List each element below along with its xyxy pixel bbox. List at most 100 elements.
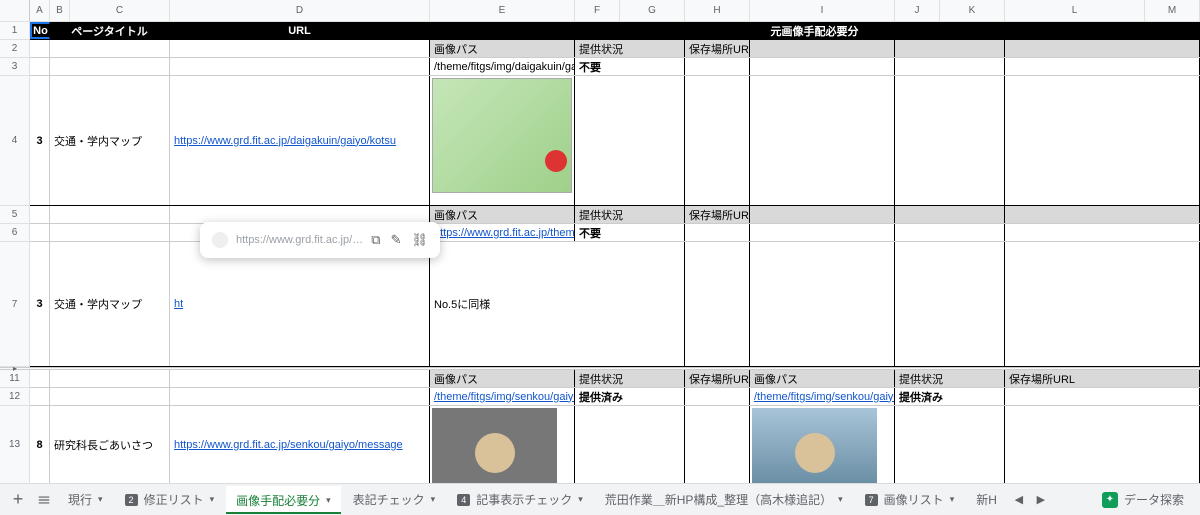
cell-H12[interactable] (685, 388, 750, 405)
cell-JK3[interactable] (895, 58, 1005, 75)
cell-BC5[interactable] (50, 206, 170, 223)
col-header-E[interactable]: E (430, 0, 575, 21)
select-all-corner[interactable] (0, 0, 30, 21)
cell-no-13[interactable]: 8 (30, 406, 50, 483)
col-header-I[interactable]: I (750, 0, 895, 21)
cell-D11[interactable] (170, 370, 430, 387)
col-header-H[interactable]: H (685, 0, 750, 21)
cell-url-4[interactable]: https://www.grd.fit.ac.jp/daigakuin/gaiy… (170, 76, 430, 205)
link-image-path-2[interactable]: https://www.grd.fit.ac.jp/theme/fitgs (434, 227, 575, 239)
row-header-1[interactable]: 1 (0, 22, 30, 40)
tab-scroll-right[interactable]: ▶ (1031, 493, 1051, 506)
cell-BC11[interactable] (50, 370, 170, 387)
cell-no-4[interactable]: 3 (30, 76, 50, 205)
cell-image-path-value-3a[interactable]: /theme/fitgs/img/senkou/gaiyo/me (430, 388, 575, 405)
cell-BC3[interactable] (50, 58, 170, 75)
cell-provision-status-value-3b[interactable]: 提供済み (895, 388, 1005, 405)
cell-provision-status-header-2[interactable]: 提供状況 (575, 206, 685, 223)
cell-BC12[interactable] (50, 388, 170, 405)
sheet-grid[interactable]: No ページタイトル URL 元画像手配必要分 画像パス 提供状況 保存場所UR… (30, 22, 1200, 483)
add-sheet-button[interactable]: + (6, 488, 30, 512)
cell-image-path-value-3b[interactable]: /theme/fitgs/img/senkou/gaiyo/me (750, 388, 895, 405)
cell-D5[interactable] (170, 206, 430, 223)
cell-original-image-header[interactable]: 元画像手配必要分 (430, 22, 1200, 39)
row-header-5[interactable]: 5 (0, 206, 30, 224)
cell-H7[interactable] (685, 242, 750, 366)
cell-I2[interactable] (750, 40, 895, 57)
tab-notation-check[interactable]: 表記チェック▾ (343, 486, 446, 514)
cell-I5[interactable] (750, 206, 895, 223)
cell-A2[interactable] (30, 40, 50, 57)
cell-L2[interactable] (1005, 40, 1200, 57)
cell-L5[interactable] (1005, 206, 1200, 223)
hover-url-text[interactable]: https://www.grd.fit.ac.jp/d... (236, 234, 363, 246)
cell-storage-url-header-3b[interactable]: 保存場所URL (1005, 370, 1200, 387)
tab-current[interactable]: 現行▾ (58, 486, 113, 514)
tab-fix-list[interactable]: 2修正リスト▾ (115, 486, 225, 514)
row-header-13[interactable]: 13 (0, 406, 30, 483)
cell-FG4[interactable] (575, 76, 685, 205)
cell-image-path-value-2[interactable]: https://www.grd.fit.ac.jp/theme/fitgs (430, 224, 575, 241)
col-header-B[interactable]: B (50, 0, 70, 21)
cell-H13[interactable] (685, 406, 750, 483)
cell-image-path-header-1[interactable]: 画像パス (430, 40, 575, 57)
link-image-path-3a[interactable]: /theme/fitgs/img/senkou/gaiyo/me (434, 391, 575, 403)
cell-JK4[interactable] (895, 76, 1005, 205)
cell-provision-status-header-1[interactable]: 提供状況 (575, 40, 685, 57)
col-header-M[interactable]: M (1145, 0, 1200, 21)
cell-note-7[interactable]: No.5に同様 (430, 242, 685, 366)
cell-FG13[interactable] (575, 406, 685, 483)
cell-D12[interactable] (170, 388, 430, 405)
cell-image-4[interactable] (430, 76, 575, 205)
cell-I3[interactable] (750, 58, 895, 75)
col-header-F[interactable]: F (575, 0, 620, 21)
edit-link-icon[interactable]: ✎ (391, 232, 402, 248)
cell-A11[interactable] (30, 370, 50, 387)
col-header-L[interactable]: L (1005, 0, 1145, 21)
cell-A6[interactable] (30, 224, 50, 241)
cell-JK2[interactable] (895, 40, 1005, 57)
cell-D2[interactable] (170, 40, 430, 57)
row-header-6[interactable]: 6 (0, 224, 30, 242)
tab-scroll-left[interactable]: ◀ (1009, 493, 1029, 506)
cell-L12[interactable] (1005, 388, 1200, 405)
col-header-D[interactable]: D (170, 0, 430, 21)
cell-url-header[interactable]: URL (170, 22, 430, 39)
row-header-2[interactable]: 2 (0, 40, 30, 58)
tab-new-hp[interactable]: 新H (966, 486, 1007, 514)
cell-image-13b[interactable] (750, 406, 895, 483)
cell-no-7[interactable]: 3 (30, 242, 50, 366)
cell-JK13[interactable] (895, 406, 1005, 483)
cell-H6[interactable] (685, 224, 750, 241)
cell-page-title-7[interactable]: 交通・学内マップ (50, 242, 170, 366)
cell-L3[interactable] (1005, 58, 1200, 75)
cell-I4[interactable] (750, 76, 895, 205)
link-image-path-3b[interactable]: /theme/fitgs/img/senkou/gaiyo/me (754, 391, 895, 403)
link-url-13[interactable]: https://www.grd.fit.ac.jp/senkou/gaiyo/m… (174, 439, 403, 451)
row-header-3[interactable]: 3 (0, 58, 30, 76)
cell-I6[interactable] (750, 224, 895, 241)
cell-storage-url-header-3a[interactable]: 保存場所URL (685, 370, 750, 387)
row-header-12[interactable]: 12 (0, 388, 30, 406)
tab-image-needed[interactable]: 画像手配必要分▾ (226, 486, 341, 514)
cell-provision-status-header-3b[interactable]: 提供状況 (895, 370, 1005, 387)
cell-page-title-header[interactable]: ページタイトル (50, 22, 170, 39)
cell-A3[interactable] (30, 58, 50, 75)
cell-L4[interactable] (1005, 76, 1200, 205)
cell-L7[interactable] (1005, 242, 1200, 366)
cell-page-title-13[interactable]: 研究科長ごあいさつ (50, 406, 170, 483)
cell-image-path-header-3a[interactable]: 画像パス (430, 370, 575, 387)
cell-BC6[interactable] (50, 224, 170, 241)
cell-page-title-4[interactable]: 交通・学内マップ (50, 76, 170, 205)
cell-I7[interactable] (750, 242, 895, 366)
cell-url-7[interactable]: ht (170, 242, 430, 366)
explore-button[interactable]: ✦ データ探索 (1092, 486, 1194, 514)
cell-L6[interactable] (1005, 224, 1200, 241)
tab-arata-work[interactable]: 荒田作業＿新HP構成_整理（高木様追記）▾ (595, 486, 853, 514)
cell-H4[interactable] (685, 76, 750, 205)
cell-url-13[interactable]: https://www.grd.fit.ac.jp/senkou/gaiyo/m… (170, 406, 430, 483)
cell-JK6[interactable] (895, 224, 1005, 241)
col-header-A[interactable]: A (30, 0, 50, 21)
cell-D3[interactable] (170, 58, 430, 75)
link-url-7[interactable]: ht (174, 298, 183, 310)
